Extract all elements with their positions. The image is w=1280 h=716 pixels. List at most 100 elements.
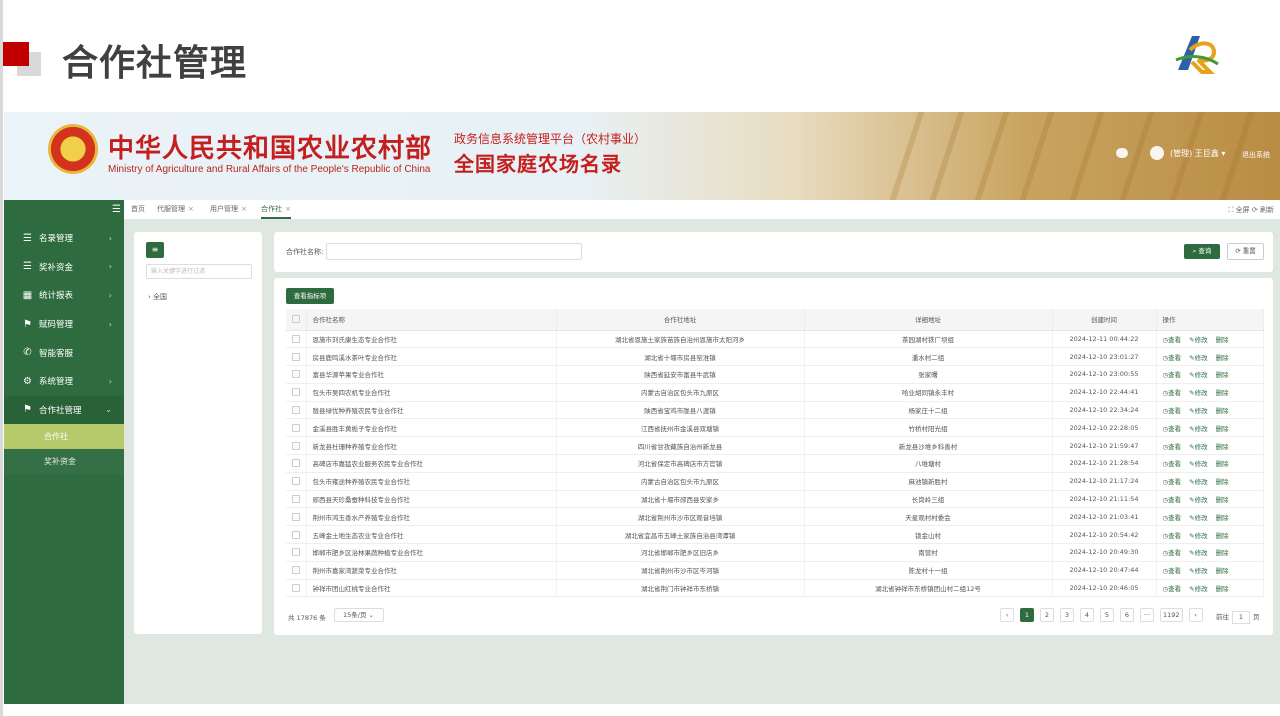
reset-button[interactable]: ⟳ 重置 bbox=[1227, 243, 1264, 260]
prev-page-button[interactable]: ‹ bbox=[1000, 608, 1014, 622]
page-button[interactable]: 6 bbox=[1120, 608, 1134, 622]
sidebar-item-system[interactable]: ⚙ 系统管理 › bbox=[4, 367, 124, 396]
edit-link[interactable]: ✎修改 bbox=[1189, 567, 1207, 575]
row-checkbox[interactable] bbox=[286, 383, 307, 402]
page-button[interactable]: 2 bbox=[1040, 608, 1054, 622]
view-link[interactable]: ◷查看 bbox=[1163, 496, 1182, 504]
delete-link[interactable]: 删除 bbox=[1216, 549, 1229, 557]
delete-link[interactable]: 删除 bbox=[1216, 336, 1229, 344]
delete-link[interactable]: 删除 bbox=[1216, 585, 1229, 593]
tab-users[interactable]: 用户管理 × bbox=[210, 204, 247, 214]
view-link[interactable]: ◷查看 bbox=[1163, 407, 1182, 415]
delete-link[interactable]: 删除 bbox=[1216, 425, 1229, 433]
row-checkbox[interactable] bbox=[286, 401, 307, 420]
delete-link[interactable]: 删除 bbox=[1216, 460, 1229, 468]
delete-link[interactable]: 删除 bbox=[1216, 532, 1229, 540]
view-link[interactable]: ◷查看 bbox=[1163, 532, 1182, 540]
tab-cooperative[interactable]: 合作社 × bbox=[261, 204, 291, 219]
view-link[interactable]: ◷查看 bbox=[1163, 425, 1182, 433]
edit-link[interactable]: ✎修改 bbox=[1189, 496, 1207, 504]
edit-link[interactable]: ✎修改 bbox=[1189, 371, 1207, 379]
tab-tools[interactable]: ⛶ 全屏 ⟳ 刷新 bbox=[1229, 205, 1274, 215]
delete-link[interactable]: 删除 bbox=[1216, 514, 1229, 522]
tab-home[interactable]: 首页 bbox=[131, 204, 145, 214]
sidebar-item-directory[interactable]: ☰ 名录管理 › bbox=[4, 224, 124, 253]
view-link[interactable]: ◷查看 bbox=[1163, 336, 1182, 344]
delete-link[interactable]: 删除 bbox=[1216, 371, 1229, 379]
row-checkbox[interactable] bbox=[286, 347, 307, 367]
view-link[interactable]: ◷查看 bbox=[1163, 478, 1182, 486]
edit-link[interactable]: ✎修改 bbox=[1189, 389, 1207, 397]
view-link[interactable]: ◷查看 bbox=[1163, 514, 1182, 522]
close-icon[interactable]: × bbox=[188, 205, 194, 213]
tree-toggle-button[interactable]: ≡ bbox=[146, 242, 164, 258]
edit-link[interactable]: ✎修改 bbox=[1189, 443, 1207, 451]
search-input[interactable] bbox=[326, 243, 582, 260]
edit-link[interactable]: ✎修改 bbox=[1189, 549, 1207, 557]
view-link[interactable]: ◷查看 bbox=[1163, 460, 1182, 468]
view-link[interactable]: ◷查看 bbox=[1163, 371, 1182, 379]
page-button[interactable]: 1192 bbox=[1160, 608, 1183, 622]
delete-link[interactable]: 删除 bbox=[1216, 567, 1229, 575]
edit-link[interactable]: ✎修改 bbox=[1189, 478, 1207, 486]
page-button[interactable]: 1 bbox=[1020, 608, 1034, 622]
edit-link[interactable]: ✎修改 bbox=[1189, 460, 1207, 468]
delete-link[interactable]: 删除 bbox=[1216, 407, 1229, 415]
row-checkbox[interactable] bbox=[286, 507, 307, 527]
delete-link[interactable]: 删除 bbox=[1216, 443, 1229, 451]
close-icon[interactable]: × bbox=[241, 205, 247, 213]
view-link[interactable]: ◷查看 bbox=[1163, 389, 1182, 397]
row-checkbox[interactable] bbox=[286, 543, 307, 562]
edit-link[interactable]: ✎修改 bbox=[1189, 425, 1207, 433]
edit-link[interactable]: ✎修改 bbox=[1189, 407, 1207, 415]
user-menu[interactable]: (管理) 王巨鑫 ▾ bbox=[1170, 148, 1225, 159]
sidebar-subitem-subsidy[interactable]: 奖补资金 bbox=[4, 449, 124, 475]
delete-link[interactable]: 删除 bbox=[1216, 478, 1229, 486]
tab-agency[interactable]: 代服管理 × bbox=[157, 204, 194, 214]
row-checkbox[interactable] bbox=[286, 472, 307, 491]
view-link[interactable]: ◷查看 bbox=[1163, 585, 1182, 593]
edit-link[interactable]: ✎修改 bbox=[1189, 514, 1207, 522]
sidebar-item-coding[interactable]: ⚑ 赋码管理 › bbox=[4, 310, 124, 339]
page-button[interactable]: 3 bbox=[1060, 608, 1074, 622]
sidebar-item-reports[interactable]: ▦ 统计报表 › bbox=[4, 281, 124, 310]
page-button[interactable]: 5 bbox=[1100, 608, 1114, 622]
goto-page-input[interactable]: 1 bbox=[1232, 611, 1250, 624]
close-icon[interactable]: × bbox=[285, 205, 291, 213]
view-link[interactable]: ◷查看 bbox=[1163, 354, 1182, 362]
view-link[interactable]: ◷查看 bbox=[1163, 549, 1182, 557]
sidebar-subitem-cooperative[interactable]: 合作社 bbox=[4, 424, 124, 450]
tree-node-root[interactable]: › 全国 bbox=[148, 292, 167, 302]
tree-filter-input[interactable]: 输入关键字进行过滤 bbox=[146, 264, 252, 279]
collapse-menu-icon[interactable]: ☰ bbox=[112, 204, 121, 215]
row-checkbox[interactable] bbox=[286, 436, 307, 456]
view-link[interactable]: ◷查看 bbox=[1163, 567, 1182, 575]
row-checkbox[interactable] bbox=[286, 490, 307, 509]
row-checkbox[interactable] bbox=[286, 418, 307, 438]
row-checkbox[interactable] bbox=[286, 330, 307, 349]
view-indicators-button[interactable]: 查看指标项 bbox=[286, 288, 334, 304]
sidebar-item-subsidy[interactable]: ☰ 奖补资金 › bbox=[4, 253, 124, 282]
delete-link[interactable]: 删除 bbox=[1216, 389, 1229, 397]
sidebar-item-support[interactable]: ✆ 智能客服 bbox=[4, 338, 124, 367]
query-button[interactable]: ⌕ 查询 bbox=[1184, 244, 1220, 259]
sidebar-item-cooperative[interactable]: ⚑ 合作社管理 ⌄ bbox=[4, 395, 124, 425]
delete-link[interactable]: 删除 bbox=[1216, 354, 1229, 362]
page-button[interactable]: 4 bbox=[1080, 608, 1094, 622]
row-checkbox[interactable] bbox=[286, 561, 307, 580]
page-size-select[interactable]: 15条/页 ⌄ bbox=[334, 608, 384, 622]
edit-link[interactable]: ✎修改 bbox=[1189, 585, 1207, 593]
edit-link[interactable]: ✎修改 bbox=[1189, 336, 1207, 344]
page-button[interactable]: ··· bbox=[1140, 608, 1154, 622]
edit-link[interactable]: ✎修改 bbox=[1189, 532, 1207, 540]
message-icon[interactable] bbox=[1116, 148, 1128, 158]
edit-link[interactable]: ✎修改 bbox=[1189, 354, 1207, 362]
next-page-button[interactable]: › bbox=[1188, 608, 1203, 622]
avatar[interactable] bbox=[1150, 146, 1164, 160]
row-checkbox[interactable] bbox=[286, 365, 307, 384]
logout-link[interactable]: 退出系统 bbox=[1242, 150, 1270, 160]
select-all-checkbox[interactable] bbox=[286, 309, 307, 331]
row-checkbox[interactable] bbox=[286, 454, 307, 473]
row-checkbox[interactable] bbox=[286, 579, 307, 598]
view-link[interactable]: ◷查看 bbox=[1163, 443, 1182, 451]
